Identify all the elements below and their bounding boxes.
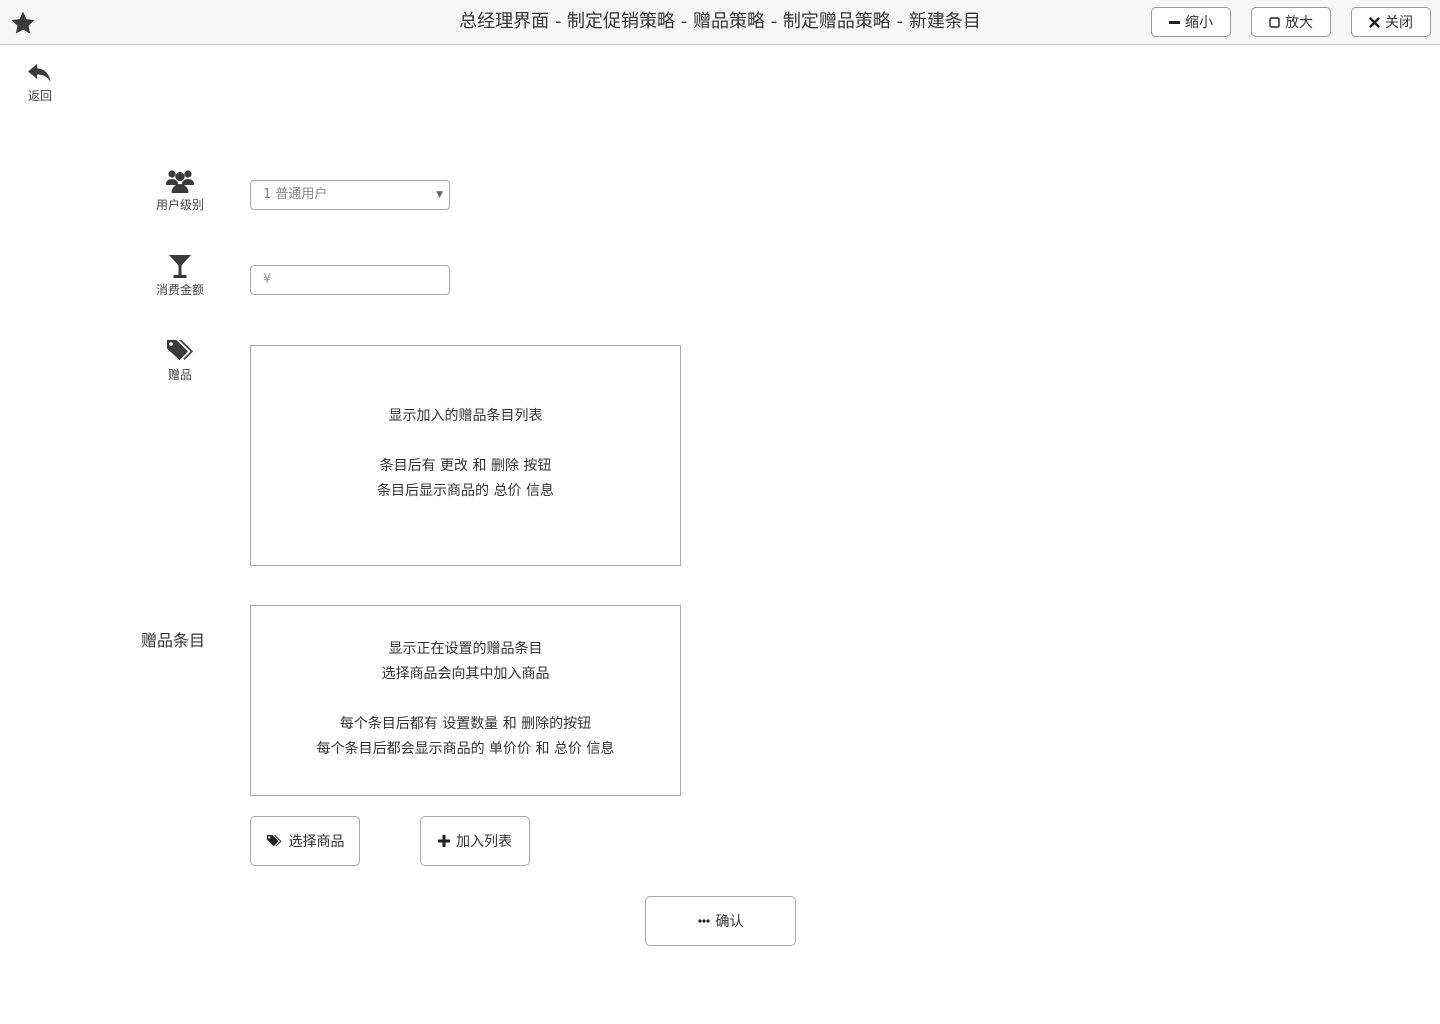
back-button[interactable]: 返回 (20, 62, 60, 106)
minimize-label: 缩小 (1185, 15, 1213, 31)
close-button[interactable]: 关闭 (1351, 7, 1431, 37)
gift-list-note (251, 429, 680, 454)
gift-list-panel: 显示加入的赠品条目列表 条目后有 更改 和 删除 按钮 条目后显示商品的 总价 … (250, 345, 681, 566)
minus-icon (1169, 20, 1180, 24)
chevron-down-icon: ▼ (436, 190, 443, 200)
gift-label: 赠品 (140, 338, 220, 383)
select-goods-button[interactable]: 选择商品 (250, 816, 360, 866)
back-label: 返回 (27, 89, 52, 103)
gift-list-note: 显示加入的赠品条目列表 (388, 408, 543, 424)
gift-list-note: 条目后有 更改 和 删除 按钮 (379, 458, 552, 474)
gift-entry-note: 每个条目后都有 设置数量 和 删除的按钮 (339, 716, 592, 732)
users-icon (166, 170, 194, 193)
ellipsis-icon (697, 919, 710, 923)
maximize-label: 放大 (1285, 15, 1313, 31)
gift-entry-panel: 显示正在设置的赠品条目 选择商品会向其中加入商品 每个条目后都有 设置数量 和 … (250, 605, 681, 796)
add-to-list-button[interactable]: 加入列表 (420, 816, 530, 866)
maximize-button[interactable]: 放大 (1251, 7, 1331, 37)
plus-icon (438, 835, 450, 847)
cocktail-glass-icon (169, 255, 191, 278)
user-level-select[interactable]: 1 普通用户 ▼ (250, 180, 450, 210)
gift-list-note: 条目后显示商品的 总价 信息 (377, 483, 554, 499)
close-label: 关闭 (1385, 15, 1413, 31)
amount-label: 消费金额 (140, 253, 220, 298)
tags-icon (266, 835, 281, 847)
square-icon (1269, 16, 1280, 28)
user-level-text: 用户级别 (155, 198, 204, 212)
user-level-value: 1 普通用户 (263, 187, 328, 202)
tags-icon (167, 340, 193, 360)
select-goods-label: 选择商品 (288, 834, 345, 850)
confirm-label: 确认 (715, 914, 744, 930)
gift-text: 赠品 (167, 368, 192, 382)
amount-input[interactable]: ¥ (250, 265, 450, 295)
gift-entry-label: 赠品条目 (140, 631, 205, 650)
gift-entry-note: 显示正在设置的赠品条目 (388, 641, 543, 657)
gift-entry-note (251, 687, 680, 712)
reply-icon (28, 64, 51, 82)
amount-text: 消费金额 (155, 283, 204, 297)
confirm-button[interactable]: 确认 (645, 896, 796, 946)
user-level-label: 用户级别 (140, 168, 220, 213)
title-bar: 总经理界面 - 制定促销策略 - 赠品策略 - 制定赠品策略 - 新建条目 缩小… (0, 0, 1440, 45)
amount-placeholder: ¥ (263, 272, 272, 287)
minimize-button[interactable]: 缩小 (1151, 7, 1231, 37)
gift-entry-note: 选择商品会向其中加入商品 (381, 666, 550, 682)
gift-entry-note: 每个条目后都会显示商品的 单价价 和 总价 信息 (316, 741, 615, 757)
add-to-list-label: 加入列表 (456, 834, 512, 850)
close-icon (1369, 16, 1380, 28)
